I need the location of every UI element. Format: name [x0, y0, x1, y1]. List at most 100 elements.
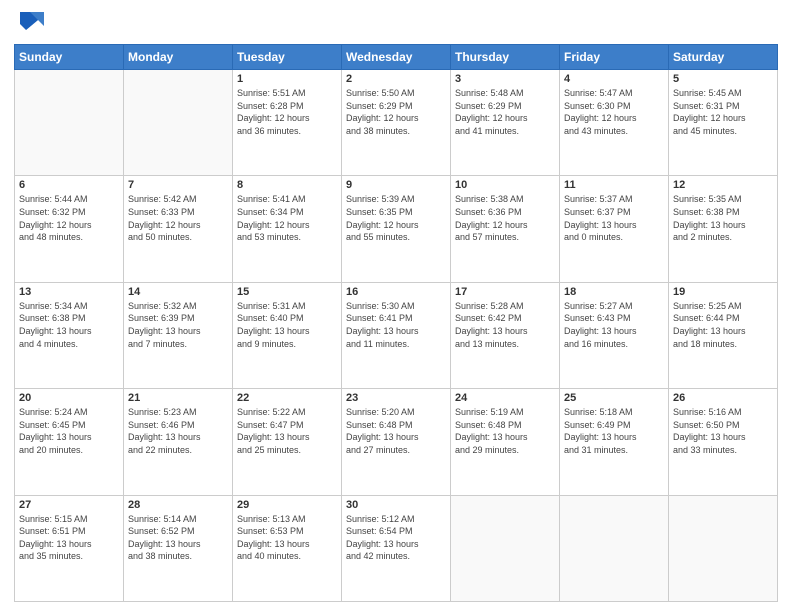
calendar-cell	[124, 70, 233, 176]
day-number: 11	[564, 179, 664, 191]
day-info: Sunrise: 5:12 AMSunset: 6:54 PMDaylight:…	[346, 513, 446, 563]
day-number: 5	[673, 73, 773, 85]
week-row-5: 27 Sunrise: 5:15 AMSunset: 6:51 PMDayligh…	[15, 495, 778, 601]
calendar-cell: 10Sunrise: 5:38 AMSunset: 6:36 PMDayligh…	[451, 176, 560, 282]
calendar-cell: 17 Sunrise: 5:28 AMSunset: 6:42 PMDayligh…	[451, 282, 560, 388]
day-number: 20	[19, 392, 119, 404]
weekday-header-row: SundayMondayTuesdayWednesdayThursdayFrid…	[15, 45, 778, 70]
day-info: Sunrise: 5:37 AMSunset: 6:37 PMDaylight:…	[564, 193, 664, 243]
calendar-cell: 8 Sunrise: 5:41 AMSunset: 6:34 PMDaylight…	[233, 176, 342, 282]
day-info: Sunrise: 5:24 AMSunset: 6:45 PMDaylight:…	[19, 406, 119, 456]
day-number: 16	[346, 286, 446, 298]
day-number: 9	[346, 179, 446, 191]
day-number: 22	[237, 392, 337, 404]
week-row-4: 20 Sunrise: 5:24 AMSunset: 6:45 PMDayligh…	[15, 389, 778, 495]
day-info: Sunrise: 5:25 AMSunset: 6:44 PMDaylight:…	[673, 300, 773, 350]
calendar-cell: 27 Sunrise: 5:15 AMSunset: 6:51 PMDayligh…	[15, 495, 124, 601]
day-info: Sunrise: 5:13 AMSunset: 6:53 PMDaylight:…	[237, 513, 337, 563]
day-number: 13	[19, 286, 119, 298]
weekday-header-friday: Friday	[560, 45, 669, 70]
calendar-cell: 1Sunrise: 5:51 AMSunset: 6:28 PMDaylight…	[233, 70, 342, 176]
day-info: Sunrise: 5:27 AMSunset: 6:43 PMDaylight:…	[564, 300, 664, 350]
day-info: Sunrise: 5:48 AMSunset: 6:29 PMDaylight:…	[455, 87, 555, 137]
calendar-cell: 25 Sunrise: 5:18 AMSunset: 6:49 PMDayligh…	[560, 389, 669, 495]
week-row-2: 6 Sunrise: 5:44 AMSunset: 6:32 PMDaylight…	[15, 176, 778, 282]
calendar-cell: 30Sunrise: 5:12 AMSunset: 6:54 PMDayligh…	[342, 495, 451, 601]
day-info: Sunrise: 5:45 AMSunset: 6:31 PMDaylight:…	[673, 87, 773, 137]
weekday-header-wednesday: Wednesday	[342, 45, 451, 70]
calendar-cell: 5 Sunrise: 5:45 AMSunset: 6:31 PMDaylight…	[669, 70, 778, 176]
day-number: 26	[673, 392, 773, 404]
calendar-cell: 14Sunrise: 5:32 AMSunset: 6:39 PMDayligh…	[124, 282, 233, 388]
day-number: 4	[564, 73, 664, 85]
week-row-3: 13Sunrise: 5:34 AMSunset: 6:38 PMDayligh…	[15, 282, 778, 388]
calendar-table: SundayMondayTuesdayWednesdayThursdayFrid…	[14, 44, 778, 602]
day-number: 3	[455, 73, 555, 85]
day-info: Sunrise: 5:44 AMSunset: 6:32 PMDaylight:…	[19, 193, 119, 243]
calendar-cell: 18Sunrise: 5:27 AMSunset: 6:43 PMDayligh…	[560, 282, 669, 388]
calendar-cell: 2 Sunrise: 5:50 AMSunset: 6:29 PMDaylight…	[342, 70, 451, 176]
day-number: 24	[455, 392, 555, 404]
weekday-header-saturday: Saturday	[669, 45, 778, 70]
day-info: Sunrise: 5:22 AMSunset: 6:47 PMDaylight:…	[237, 406, 337, 456]
day-info: Sunrise: 5:39 AMSunset: 6:35 PMDaylight:…	[346, 193, 446, 243]
day-number: 28	[128, 499, 228, 511]
day-info: Sunrise: 5:41 AMSunset: 6:34 PMDaylight:…	[237, 193, 337, 243]
day-number: 23	[346, 392, 446, 404]
calendar-cell: 22 Sunrise: 5:22 AMSunset: 6:47 PMDayligh…	[233, 389, 342, 495]
calendar-cell: 15 Sunrise: 5:31 AMSunset: 6:40 PMDayligh…	[233, 282, 342, 388]
calendar-cell: 28 Sunrise: 5:14 AMSunset: 6:52 PMDayligh…	[124, 495, 233, 601]
calendar-cell: 12 Sunrise: 5:35 AMSunset: 6:38 PMDayligh…	[669, 176, 778, 282]
calendar-cell: 29Sunrise: 5:13 AMSunset: 6:53 PMDayligh…	[233, 495, 342, 601]
day-number: 12	[673, 179, 773, 191]
week-row-1: 1Sunrise: 5:51 AMSunset: 6:28 PMDaylight…	[15, 70, 778, 176]
day-info: Sunrise: 5:30 AMSunset: 6:41 PMDaylight:…	[346, 300, 446, 350]
day-number: 6	[19, 179, 119, 191]
day-info: Sunrise: 5:32 AMSunset: 6:39 PMDaylight:…	[128, 300, 228, 350]
day-info: Sunrise: 5:50 AMSunset: 6:29 PMDaylight:…	[346, 87, 446, 137]
calendar-cell	[669, 495, 778, 601]
calendar-cell: 7Sunrise: 5:42 AMSunset: 6:33 PMDaylight…	[124, 176, 233, 282]
day-info: Sunrise: 5:35 AMSunset: 6:38 PMDaylight:…	[673, 193, 773, 243]
day-number: 8	[237, 179, 337, 191]
day-info: Sunrise: 5:51 AMSunset: 6:28 PMDaylight:…	[237, 87, 337, 137]
day-info: Sunrise: 5:31 AMSunset: 6:40 PMDaylight:…	[237, 300, 337, 350]
day-number: 15	[237, 286, 337, 298]
logo-area	[14, 10, 46, 36]
day-number: 17	[455, 286, 555, 298]
day-info: Sunrise: 5:14 AMSunset: 6:52 PMDaylight:…	[128, 513, 228, 563]
day-info: Sunrise: 5:23 AMSunset: 6:46 PMDaylight:…	[128, 406, 228, 456]
day-number: 7	[128, 179, 228, 191]
calendar-cell: 6 Sunrise: 5:44 AMSunset: 6:32 PMDaylight…	[15, 176, 124, 282]
logo-icon	[16, 6, 46, 36]
calendar-cell: 23 Sunrise: 5:20 AMSunset: 6:48 PMDayligh…	[342, 389, 451, 495]
day-info: Sunrise: 5:20 AMSunset: 6:48 PMDaylight:…	[346, 406, 446, 456]
day-number: 21	[128, 392, 228, 404]
day-info: Sunrise: 5:19 AMSunset: 6:48 PMDaylight:…	[455, 406, 555, 456]
header	[14, 10, 778, 36]
weekday-header-tuesday: Tuesday	[233, 45, 342, 70]
page: SundayMondayTuesdayWednesdayThursdayFrid…	[0, 0, 792, 612]
calendar-cell	[15, 70, 124, 176]
calendar-cell: 13Sunrise: 5:34 AMSunset: 6:38 PMDayligh…	[15, 282, 124, 388]
day-info: Sunrise: 5:16 AMSunset: 6:50 PMDaylight:…	[673, 406, 773, 456]
calendar-cell: 20 Sunrise: 5:24 AMSunset: 6:45 PMDayligh…	[15, 389, 124, 495]
calendar-cell: 4 Sunrise: 5:47 AMSunset: 6:30 PMDaylight…	[560, 70, 669, 176]
day-info: Sunrise: 5:28 AMSunset: 6:42 PMDaylight:…	[455, 300, 555, 350]
calendar-cell: 9 Sunrise: 5:39 AMSunset: 6:35 PMDaylight…	[342, 176, 451, 282]
day-number: 19	[673, 286, 773, 298]
weekday-header-monday: Monday	[124, 45, 233, 70]
day-info: Sunrise: 5:47 AMSunset: 6:30 PMDaylight:…	[564, 87, 664, 137]
day-number: 27	[19, 499, 119, 511]
day-info: Sunrise: 5:38 AMSunset: 6:36 PMDaylight:…	[455, 193, 555, 243]
calendar-cell: 19 Sunrise: 5:25 AMSunset: 6:44 PMDayligh…	[669, 282, 778, 388]
day-info: Sunrise: 5:18 AMSunset: 6:49 PMDaylight:…	[564, 406, 664, 456]
weekday-header-sunday: Sunday	[15, 45, 124, 70]
calendar-cell: 26 Sunrise: 5:16 AMSunset: 6:50 PMDayligh…	[669, 389, 778, 495]
calendar-cell: 11 Sunrise: 5:37 AMSunset: 6:37 PMDayligh…	[560, 176, 669, 282]
calendar-cell: 24 Sunrise: 5:19 AMSunset: 6:48 PMDayligh…	[451, 389, 560, 495]
calendar-cell: 3 Sunrise: 5:48 AMSunset: 6:29 PMDaylight…	[451, 70, 560, 176]
day-number: 25	[564, 392, 664, 404]
day-info: Sunrise: 5:15 AMSunset: 6:51 PMDaylight:…	[19, 513, 119, 563]
day-number: 2	[346, 73, 446, 85]
